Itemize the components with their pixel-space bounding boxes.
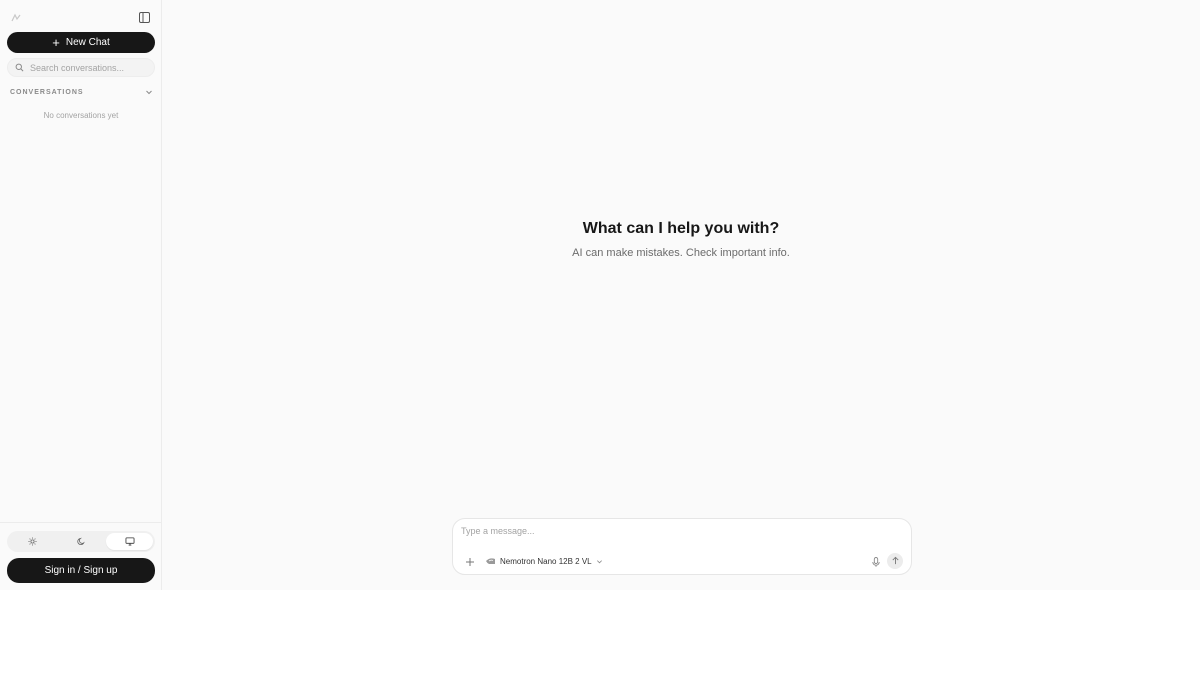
chevron-down-icon — [596, 552, 603, 570]
theme-system-button[interactable] — [106, 533, 154, 551]
search-box — [7, 58, 155, 77]
new-chat-label: New Chat — [65, 37, 110, 48]
monitor-icon — [125, 533, 135, 551]
moon-icon — [76, 533, 86, 551]
new-chat-button[interactable]: + New Chat — [7, 32, 155, 53]
divider — [0, 522, 162, 523]
page-blank-area — [0, 590, 1200, 675]
sun-icon — [28, 533, 37, 551]
send-button[interactable] — [887, 553, 903, 569]
theme-dark-button[interactable] — [58, 533, 105, 550]
microphone-icon[interactable] — [870, 555, 882, 567]
empty-conversations-text: No conversations yet — [43, 111, 119, 120]
app-window: + New Chat CONVERSATIONS No conversation… — [0, 0, 1200, 590]
sidebar-toggle-icon[interactable] — [138, 11, 151, 24]
chevron-down-icon — [145, 83, 153, 101]
conversations-heading: CONVERSATIONS — [10, 88, 84, 96]
search-input[interactable] — [30, 62, 148, 73]
theme-light-button[interactable] — [9, 533, 56, 550]
nvidia-logo-icon — [485, 552, 496, 570]
arrow-up-icon — [891, 552, 900, 570]
model-name: Nemotron Nano 12B 2 VL — [500, 556, 592, 566]
model-selector[interactable]: Nemotron Nano 12B 2 VL — [485, 555, 603, 567]
app-logo-icon — [10, 11, 22, 23]
theme-switcher — [7, 531, 155, 552]
message-input[interactable] — [461, 526, 901, 542]
sidebar: + New Chat CONVERSATIONS No conversation… — [0, 0, 162, 590]
plus-icon: + — [52, 34, 60, 50]
sign-in-button[interactable]: Sign in / Sign up — [7, 558, 155, 583]
message-composer: Nemotron Nano 12B 2 VL — [452, 518, 912, 575]
add-attachment-icon[interactable] — [464, 555, 476, 567]
disclaimer-text: AI can make mistakes. Check important in… — [572, 247, 790, 259]
main-panel: What can I help you with? AI can make mi… — [162, 0, 1200, 590]
sidebar-header — [0, 8, 162, 28]
conversations-section-header[interactable]: CONVERSATIONS — [10, 86, 153, 98]
search-icon — [15, 59, 24, 77]
page-title: What can I help you with? — [582, 220, 780, 237]
